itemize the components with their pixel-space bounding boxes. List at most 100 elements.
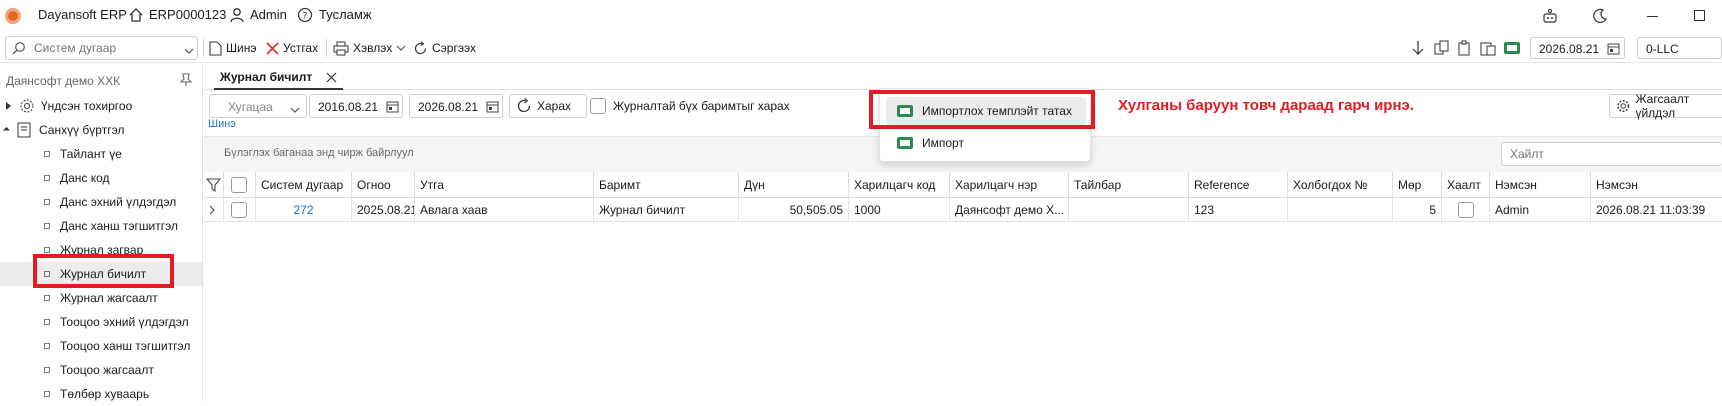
calendar-icon[interactable] [486, 100, 499, 116]
annotation-text: Хулганы баруун товч дараад гарч ирнэ. [1118, 97, 1414, 114]
date-from-value: 2016.08.21 [318, 100, 379, 114]
cell-closing[interactable] [1442, 198, 1490, 222]
app-logo-icon [5, 8, 21, 24]
sidebar-item-account-fx[interactable]: Данс ханш тэгшитгэл [0, 214, 202, 238]
cell-description[interactable]: Авлага хаав [415, 198, 594, 222]
list-actions-label: Жагсаалт үйлдэл [1635, 92, 1690, 120]
sidebar-item-journal-list[interactable]: Журнал жагсаалт [0, 286, 202, 310]
grid-search-input[interactable] [1510, 147, 1710, 161]
cell-reference[interactable]: 123 [1189, 198, 1288, 222]
all-docs-label[interactable]: Журналтай бүх баримтыг харах [613, 99, 790, 113]
period-select[interactable]: Хугацаа [209, 94, 307, 118]
chevron-down-icon[interactable] [396, 45, 406, 52]
new-button[interactable]: Шинэ [209, 39, 256, 57]
help-icon[interactable]: ? [297, 7, 313, 26]
closing-checkbox[interactable] [1457, 201, 1474, 218]
clipboard-icon[interactable] [1457, 40, 1473, 59]
tab-label: Журнал бичилт [220, 70, 313, 84]
company-code-field[interactable]: 0-LLC [1637, 37, 1722, 59]
date-to-field[interactable]: 2026.08.21 [409, 94, 503, 118]
sidebar-item-settlement-opening[interactable]: Тооцоо эхний үлдэгдэл [0, 310, 202, 334]
chevron-right-icon[interactable] [209, 205, 216, 215]
collapse-arrow-icon[interactable] [2, 126, 11, 134]
sidebar-item-label: Тооцоо ханш тэгшитгэл [60, 339, 191, 353]
doc-code[interactable]: ERP0000123 [149, 7, 226, 22]
delete-button[interactable]: Устгах [266, 39, 318, 57]
view-button-label: Харах [537, 99, 572, 113]
copy-icon[interactable] [1434, 40, 1450, 59]
print-button[interactable]: Хэвлэх [333, 39, 406, 57]
sidebar-item-period[interactable]: Тайлант үе [0, 142, 202, 166]
new-document-icon [209, 40, 222, 56]
close-icon[interactable] [326, 72, 337, 83]
cell-system-number[interactable]: 272 [256, 198, 352, 222]
calendar-icon[interactable] [1607, 42, 1620, 58]
list-actions-button[interactable]: Жагсаалт үйлдэл [1609, 92, 1722, 120]
user-icon[interactable] [229, 7, 245, 26]
date-value: 2026.08.21 [1539, 42, 1600, 56]
sidebar-item-payment-schedule[interactable]: Төлбөр хуваарь [0, 382, 202, 406]
download-arrow-icon[interactable] [1411, 40, 1425, 59]
user-name[interactable]: Admin [250, 7, 287, 22]
excel-icon[interactable] [1503, 41, 1521, 58]
date-from-field[interactable]: 2016.08.21 [309, 94, 403, 118]
bullet-icon [44, 199, 50, 205]
row-select-cell[interactable] [224, 198, 256, 222]
sidebar-item-settlement-fx[interactable]: Тооцоо ханш тэгшитгэл [0, 334, 202, 358]
view-button[interactable]: Харах [509, 94, 587, 118]
search-box[interactable] [5, 36, 198, 60]
home-icon[interactable] [128, 7, 144, 26]
minimize-icon[interactable] [1647, 16, 1658, 17]
cell-line[interactable]: 5 [1393, 198, 1442, 222]
sidebar-item-label: Тооцоо эхний үлдэгдэл [60, 315, 189, 329]
maximize-icon[interactable] [1694, 10, 1705, 21]
cell-amount[interactable]: 50,505.05 [739, 198, 849, 222]
cell-partner-code[interactable]: 1000 [849, 198, 950, 222]
menu-item-import[interactable]: Импорт [886, 129, 1086, 157]
sidebar-item-label: Санхүү бүртгэл [39, 123, 125, 137]
all-docs-checkbox[interactable] [590, 98, 606, 114]
cell-note[interactable] [1069, 198, 1189, 222]
bullet-icon [44, 223, 50, 229]
sidebar-item-finance[interactable]: Санхүү бүртгэл [0, 118, 202, 142]
bullet-icon [44, 151, 50, 157]
cell-created-at[interactable]: 2026.08.21 11:03:39 [1591, 198, 1722, 222]
pin-icon[interactable] [179, 73, 193, 90]
calendar-icon[interactable] [386, 100, 399, 116]
sidebar-item-label: Үндсэн тохиргоо [41, 99, 133, 113]
expand-arrow-icon[interactable] [6, 102, 11, 110]
table-row[interactable]: 272 2025.08.21 Авлага хаав Журнал бичилт… [204, 172, 1722, 222]
sidebar-item-basic-settings[interactable]: Үндсэн тохиргоо [0, 94, 202, 118]
robot-icon[interactable] [1541, 8, 1559, 27]
help-label[interactable]: Тусламж [319, 7, 372, 22]
date-field[interactable]: 2026.08.21 [1530, 37, 1625, 59]
search-input[interactable] [34, 40, 174, 56]
cell-partner-name[interactable]: Даянсофт демо Х... [950, 198, 1069, 222]
cell-related-number[interactable] [1288, 198, 1393, 222]
moon-icon[interactable] [1592, 8, 1608, 27]
chevron-down-icon[interactable] [290, 103, 300, 117]
settings-icon [20, 99, 34, 113]
sidebar-item-account-code[interactable]: Данс код [0, 166, 202, 190]
tab-journal-entry[interactable]: Журнал бичилт [214, 66, 344, 90]
row-checkbox[interactable] [231, 201, 247, 218]
refresh-button[interactable]: Сэргээх [413, 39, 476, 57]
row-expand-cell[interactable] [204, 198, 224, 222]
sidebar: Даянсофт демо ХХК Үндсэн тохиргоо Санхүү… [0, 64, 203, 401]
delete-x-icon [266, 41, 279, 55]
new-link[interactable]: Шинэ [208, 118, 236, 130]
bullet-icon [44, 367, 50, 373]
tab-bar: Журнал бичилт [204, 64, 1722, 90]
highlight-box [869, 90, 1095, 129]
sidebar-item-label: Данс код [60, 171, 110, 185]
sidebar-item-account-opening[interactable]: Данс эхний үлдэгдэл [0, 190, 202, 214]
svg-text:?: ? [303, 12, 308, 22]
cell-date[interactable]: 2025.08.21 [352, 198, 415, 222]
cell-created-by[interactable]: Admin [1490, 198, 1591, 222]
company-name: Даянсофт демо ХХК [6, 74, 121, 88]
paste-icon[interactable] [1480, 40, 1496, 59]
chevron-down-icon[interactable] [184, 44, 194, 58]
grid-search-box[interactable] [1501, 142, 1722, 166]
sidebar-item-settlement-list[interactable]: Тооцоо жагсаалт [0, 358, 202, 382]
cell-document[interactable]: Журнал бичилт [594, 198, 739, 222]
